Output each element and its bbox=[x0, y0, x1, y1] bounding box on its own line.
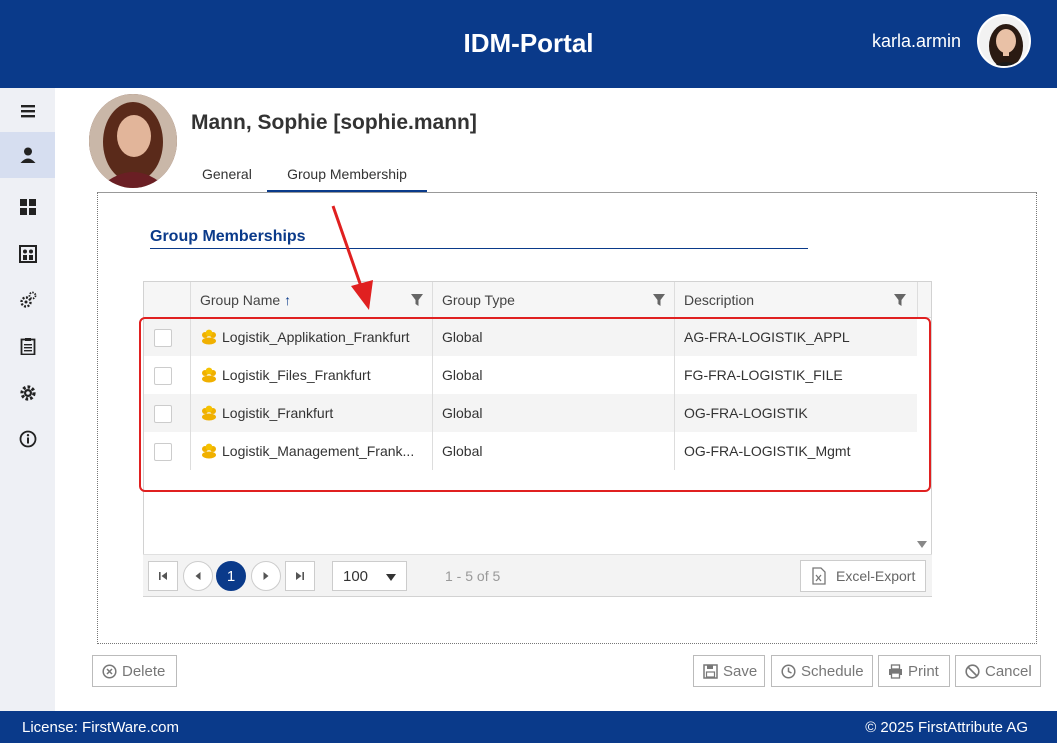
column-header-group-type[interactable]: Group Type bbox=[432, 282, 674, 318]
delete-icon bbox=[102, 663, 117, 679]
app-footer: License: FirstWare.com © 2025 FirstAttri… bbox=[0, 711, 1057, 743]
filter-icon[interactable] bbox=[893, 293, 907, 307]
previous-page-icon bbox=[195, 572, 201, 580]
excel-export-button[interactable]: Excel-Export bbox=[800, 560, 926, 592]
section-divider bbox=[150, 248, 808, 249]
page-info: 1 - 5 of 5 bbox=[445, 568, 501, 584]
current-username[interactable]: karla.armin bbox=[872, 31, 961, 52]
gears-icon[interactable] bbox=[0, 277, 55, 323]
menu-icon[interactable] bbox=[0, 88, 55, 134]
grid-header: Group Name ↑ Group Type Description bbox=[144, 282, 931, 318]
save-icon bbox=[703, 663, 718, 679]
print-button[interactable]: Print bbox=[878, 655, 950, 687]
filter-icon[interactable] bbox=[410, 293, 424, 307]
scroll-down-arrow-icon[interactable] bbox=[917, 541, 927, 548]
cancel-button[interactable]: Cancel bbox=[955, 655, 1041, 687]
chevron-down-icon bbox=[386, 574, 396, 581]
page-size-value: 100 bbox=[343, 567, 369, 585]
excel-icon bbox=[812, 567, 826, 585]
next-page-button[interactable] bbox=[251, 561, 281, 591]
last-page-icon bbox=[296, 572, 304, 580]
user-icon[interactable] bbox=[0, 132, 55, 178]
schedule-button[interactable]: Schedule bbox=[771, 655, 873, 687]
profile-photo bbox=[89, 94, 177, 188]
cancel-icon bbox=[965, 663, 980, 679]
person-name: Mann, Sophie [sophie.mann] bbox=[191, 111, 477, 134]
last-page-button[interactable] bbox=[285, 561, 315, 591]
column-label: Group Name bbox=[200, 292, 281, 308]
section-title: Group Memberships bbox=[150, 228, 306, 245]
column-header-description[interactable]: Description bbox=[674, 282, 917, 318]
first-page-button[interactable] bbox=[148, 561, 178, 591]
highlight-box bbox=[139, 317, 931, 492]
copyright-text: © 2025 FirstAttribute AG bbox=[865, 719, 1028, 736]
sidebar bbox=[0, 88, 55, 711]
print-icon bbox=[889, 663, 902, 679]
page-size-select[interactable]: 100 bbox=[332, 561, 407, 591]
save-button[interactable]: Save bbox=[693, 655, 765, 687]
next-page-icon bbox=[263, 572, 269, 580]
scrollbar-header bbox=[917, 282, 931, 318]
info-icon[interactable] bbox=[0, 416, 55, 462]
license-link[interactable]: License: FirstWare.com bbox=[22, 719, 179, 736]
groups-icon[interactable] bbox=[0, 231, 55, 277]
tab-group-membership[interactable]: Group Membership bbox=[267, 166, 427, 192]
current-page-button[interactable]: 1 bbox=[216, 561, 246, 591]
grid-pager: 1 100 1 - 5 of 5 Excel-Export bbox=[143, 554, 932, 596]
sort-ascending-icon: ↑ bbox=[284, 292, 292, 308]
column-header-group-name[interactable]: Group Name ↑ bbox=[190, 282, 432, 318]
clock-icon bbox=[781, 663, 796, 679]
user-avatar[interactable] bbox=[977, 14, 1031, 68]
column-label: Group Type bbox=[442, 292, 515, 308]
settings-icon[interactable] bbox=[0, 370, 55, 416]
delete-button[interactable]: Delete bbox=[92, 655, 177, 687]
filter-icon[interactable] bbox=[652, 293, 666, 307]
app-header: IDM-Portal karla.armin bbox=[0, 0, 1057, 88]
column-label: Description bbox=[684, 292, 755, 308]
dashboard-icon[interactable] bbox=[0, 184, 55, 230]
previous-page-button[interactable] bbox=[183, 561, 213, 591]
clipboard-icon[interactable] bbox=[0, 323, 55, 369]
first-page-icon bbox=[159, 572, 167, 580]
annotation-arrow-icon bbox=[331, 205, 373, 310]
tab-general[interactable]: General bbox=[202, 166, 252, 190]
